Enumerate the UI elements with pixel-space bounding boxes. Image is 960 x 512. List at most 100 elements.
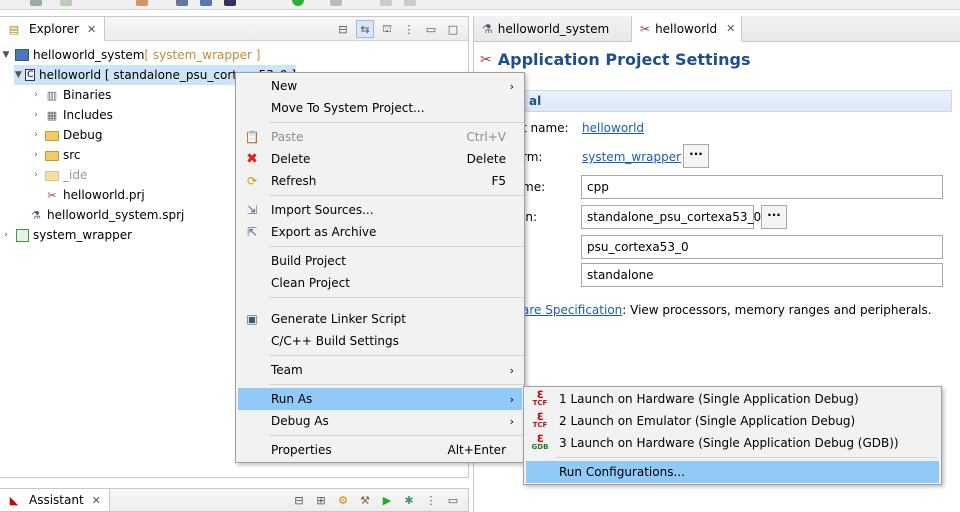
run-as-submenu: ℇ TCF 1 Launch on Hardware (Single Applic… bbox=[523, 386, 942, 485]
expand-all-icon[interactable]: ⊞ bbox=[312, 491, 330, 509]
platform-label: rm: bbox=[522, 150, 543, 164]
menu-item-shortcut: Alt+Enter bbox=[447, 443, 506, 457]
domain-browse-button[interactable]: ··· bbox=[761, 205, 787, 229]
filter-icon[interactable]: ⛫ bbox=[378, 20, 396, 38]
toolbar-icon[interactable] bbox=[60, 0, 72, 6]
link-with-editor-icon[interactable]: ⇆ bbox=[356, 20, 374, 38]
menu-item-import-sources[interactable]: ⇲ Import Sources... bbox=[238, 199, 522, 221]
runtime-field[interactable]: cpp bbox=[581, 175, 943, 199]
collapse-all-icon[interactable]: ⊟ bbox=[290, 491, 308, 509]
view-menu-icon[interactable]: ⋮ bbox=[422, 491, 440, 509]
tree-item-helloworld-prj[interactable]: ✂ helloworld.prj bbox=[42, 185, 144, 205]
tree-item-label: Includes bbox=[63, 108, 113, 122]
assistant-view-tools: ⊟ ⊞ ⚙ ⚒ ▶ ✱ ⋮ ▭ bbox=[290, 491, 462, 509]
gear-icon[interactable]: ⚙ bbox=[334, 491, 352, 509]
expand-icon[interactable]: › bbox=[30, 90, 42, 100]
run-icon[interactable]: ▶ bbox=[378, 491, 396, 509]
toolbar-icon[interactable] bbox=[224, 0, 236, 6]
tree-item-helloworld-system-sprj[interactable]: ⚗ helloworld_system.sprj bbox=[26, 205, 184, 225]
submenu-item-launch-hardware[interactable]: ℇ TCF 1 Launch on Hardware (Single Applic… bbox=[526, 388, 939, 410]
menu-item-new[interactable]: New › bbox=[238, 75, 522, 97]
menu-item-run-as[interactable]: Run As › bbox=[238, 388, 522, 410]
menu-item-label: Delete bbox=[271, 152, 311, 166]
tree-item-includes[interactable]: › ▦ Includes bbox=[30, 105, 113, 125]
minimize-icon[interactable]: ▭ bbox=[422, 20, 440, 38]
delete-icon: ✖ bbox=[246, 151, 258, 167]
menu-item-refresh[interactable]: ⟳ Refresh F5 bbox=[238, 170, 522, 192]
hardware-spec-text: : View processors, memory ranges and per… bbox=[622, 303, 932, 317]
tree-item-helloworld-system[interactable]: ▼ helloworld_system [ system_wrapper ] bbox=[0, 45, 261, 65]
forward-icon[interactable] bbox=[404, 0, 416, 6]
run-configurations-icon bbox=[529, 461, 551, 483]
menu-item-export-archive[interactable]: ⇱ Export as Archive bbox=[238, 221, 522, 243]
tree-item-src[interactable]: › src bbox=[30, 145, 80, 165]
submenu-item-launch-hardware-gdb[interactable]: ℇ GDB 3 Launch on Hardware (Single Applic… bbox=[526, 432, 939, 454]
maximize-icon[interactable]: □ bbox=[444, 20, 462, 38]
project-name-link[interactable]: helloworld bbox=[582, 121, 644, 135]
menu-item-delete[interactable]: ✖ Delete Delete bbox=[238, 148, 522, 170]
submenu-item-launch-emulator[interactable]: ℇ TCF 2 Launch on Emulator (Single Applic… bbox=[526, 410, 939, 432]
tree-item-ide[interactable]: › _ide bbox=[30, 165, 87, 185]
submenu-item-label: 3 Launch on Hardware (Single Application… bbox=[559, 436, 899, 450]
expand-icon[interactable]: › bbox=[30, 150, 42, 160]
close-icon[interactable]: ✕ bbox=[87, 23, 96, 36]
menu-item-team[interactable]: Team › bbox=[238, 359, 522, 381]
run-icon[interactable] bbox=[292, 0, 304, 6]
collapse-all-icon[interactable]: ⊟ bbox=[334, 20, 352, 38]
view-menu-icon[interactable]: ⋮ bbox=[400, 20, 418, 38]
menu-item-move-to-system-project[interactable]: Move To System Project... bbox=[238, 97, 522, 119]
settings-tools-icon: ✂ bbox=[480, 51, 492, 68]
import-icon: ⇲ bbox=[246, 203, 258, 217]
menu-item-generate-linker-script[interactable]: ▣ Generate Linker Script bbox=[238, 308, 522, 330]
toolbar-icon[interactable] bbox=[330, 0, 342, 6]
tree-item-debug[interactable]: › Debug bbox=[30, 125, 102, 145]
expand-icon[interactable]: › bbox=[0, 230, 12, 240]
hammer-icon[interactable] bbox=[136, 0, 148, 6]
toolbar-icon[interactable] bbox=[200, 0, 212, 6]
assistant-panel: ◣ Assistant ✕ ⊟ ⊞ ⚙ ⚒ ▶ ✱ ⋮ ▭ bbox=[0, 488, 469, 512]
section-header[interactable]: al bbox=[480, 90, 952, 112]
close-icon[interactable]: ✕ bbox=[92, 494, 101, 507]
submenu-item-label: 2 Launch on Emulator (Single Application… bbox=[559, 414, 856, 428]
toolbar-icon[interactable] bbox=[176, 0, 188, 6]
back-icon[interactable] bbox=[380, 0, 392, 6]
page-title: ✂ Application Project Settings bbox=[480, 50, 751, 69]
explorer-tab[interactable]: ▤ Explorer ✕ bbox=[0, 17, 106, 41]
menu-item-paste[interactable]: 📋 Paste Ctrl+V bbox=[238, 126, 522, 148]
expand-icon[interactable]: › bbox=[30, 110, 42, 120]
platform-browse-button[interactable]: ··· bbox=[683, 144, 709, 168]
os-field[interactable]: standalone bbox=[581, 263, 943, 287]
menu-item-label: Generate Linker Script bbox=[271, 312, 406, 326]
new-icon bbox=[241, 75, 263, 97]
sprj-file-icon: ⚗ bbox=[482, 22, 493, 36]
menu-item-properties[interactable]: Properties Alt+Enter bbox=[238, 439, 522, 461]
tree-item-binaries[interactable]: › ▥ Binaries bbox=[30, 85, 111, 105]
domain-field[interactable]: standalone_psu_cortexa53_0 bbox=[581, 205, 761, 229]
toolbar-icon[interactable] bbox=[30, 0, 42, 6]
tree-item-system-wrapper[interactable]: › system_wrapper bbox=[0, 225, 132, 245]
close-icon[interactable]: ✕ bbox=[726, 22, 735, 35]
menu-item-build-settings[interactable]: C/C++ Build Settings bbox=[238, 330, 522, 352]
binaries-icon: ▥ bbox=[46, 88, 58, 102]
clean-icon bbox=[241, 272, 263, 294]
expand-icon[interactable]: › bbox=[30, 130, 42, 140]
expand-icon[interactable]: ▼ bbox=[0, 50, 12, 60]
menu-item-build-project[interactable]: Build Project bbox=[238, 250, 522, 272]
hammer-icon[interactable]: ⚒ bbox=[356, 491, 374, 509]
menu-item-clean-project[interactable]: Clean Project bbox=[238, 272, 522, 294]
expand-icon[interactable]: ▼ bbox=[14, 70, 23, 80]
assistant-tab-label: Assistant bbox=[29, 493, 84, 507]
cpu-field[interactable]: psu_cortexa53_0 bbox=[581, 235, 943, 259]
menu-item-label: Team bbox=[271, 363, 303, 377]
debug-icon[interactable]: ✱ bbox=[400, 491, 418, 509]
platform-link[interactable]: system_wrapper bbox=[582, 150, 681, 164]
menu-item-label: Run As bbox=[271, 392, 313, 406]
expand-icon[interactable]: › bbox=[30, 170, 42, 180]
submenu-item-run-configurations[interactable]: Run Configurations... bbox=[526, 461, 939, 483]
editor-tab-helloworld[interactable]: ✂ helloworld ✕ bbox=[632, 16, 742, 42]
assistant-tab[interactable]: ◣ Assistant ✕ bbox=[0, 489, 110, 511]
menu-item-debug-as[interactable]: Debug As › bbox=[238, 410, 522, 432]
editor-tab-helloworld-system[interactable]: ⚗ helloworld_system bbox=[474, 16, 632, 42]
minimize-icon[interactable]: ▭ bbox=[444, 491, 462, 509]
hardware-spec-link[interactable]: are Specification bbox=[522, 303, 622, 317]
